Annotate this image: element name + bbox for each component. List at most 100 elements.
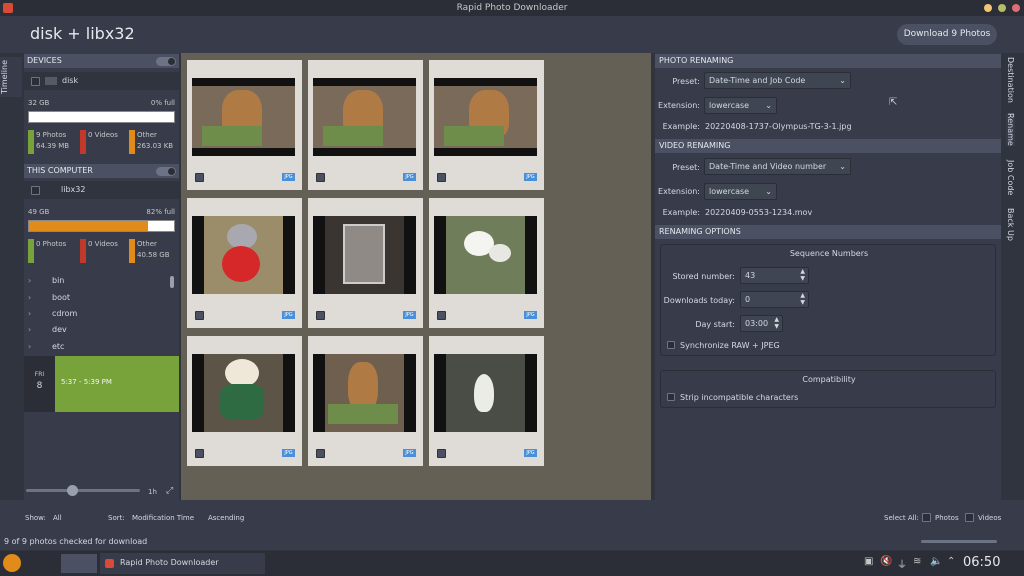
libx32-full: 82% full xyxy=(146,208,175,216)
photo-preset-select[interactable]: Date-Time and Job Code ⌄ xyxy=(704,72,851,89)
device-row-libx32[interactable]: libx32 xyxy=(24,181,179,199)
video-example-label: Example: xyxy=(662,208,700,217)
thumbnail-checkbox[interactable] xyxy=(195,449,204,458)
devices-header: DEVICES xyxy=(24,54,179,68)
window-title: Rapid Photo Downloader xyxy=(456,3,568,13)
chevron-right-icon[interactable]: › xyxy=(28,309,31,318)
thumbnail-card[interactable]: JPG xyxy=(308,198,423,328)
show-label: Show: xyxy=(25,514,46,522)
thumbnail-card[interactable]: JPG xyxy=(429,198,544,328)
sort-field[interactable]: Modification Time xyxy=(132,514,194,522)
tab-rename[interactable]: Rename xyxy=(1006,113,1015,146)
show-filter[interactable]: All xyxy=(53,514,62,522)
tree-item[interactable]: bin xyxy=(52,276,64,285)
tree-item[interactable]: boot xyxy=(52,293,70,302)
rename-panel: PHOTO RENAMING Preset: Date-Time and Job… xyxy=(655,53,1001,500)
sort-order[interactable]: Ascending xyxy=(208,514,244,522)
chevron-right-icon[interactable]: › xyxy=(28,342,31,351)
photo-preset-value: Date-Time and Job Code xyxy=(709,76,806,85)
storage-icon[interactable]: ▣ xyxy=(864,556,873,567)
wifi-icon[interactable]: ≋ xyxy=(913,556,921,567)
thumbnail-card[interactable]: JPG xyxy=(308,336,423,466)
video-preset-select[interactable]: Date-Time and Video number ⌄ xyxy=(704,158,851,175)
thumbnail-checkbox[interactable] xyxy=(316,311,325,320)
jpg-badge: JPG xyxy=(282,449,295,457)
tree-scrollbar[interactable] xyxy=(170,276,174,288)
spin-arrows-icon[interactable]: ▲ ▼ xyxy=(774,316,779,330)
tab-job-code[interactable]: Job Code xyxy=(1006,160,1015,195)
chevron-right-icon[interactable]: › xyxy=(28,293,31,302)
link-icon[interactable]: ⤢ xyxy=(166,486,173,496)
thumbnail-checkbox[interactable] xyxy=(316,173,325,182)
jpg-badge: JPG xyxy=(403,449,416,457)
chevron-down-icon: ⌄ xyxy=(765,101,772,110)
bottom-bar: Show: All Sort: Modification Time Ascend… xyxy=(0,500,1024,550)
stored-number-spinbox[interactable]: 43 ▲ ▼ xyxy=(740,267,809,284)
volume-icon[interactable]: 🔈 xyxy=(930,556,942,567)
tree-item[interactable]: etc xyxy=(52,342,64,351)
tab-destination[interactable]: Destination xyxy=(1006,57,1015,103)
libx32-usage-bar xyxy=(28,220,175,232)
thumbnail-checkbox[interactable] xyxy=(316,449,325,458)
strip-characters-checkbox[interactable] xyxy=(667,393,675,401)
timeline-zoom-slider[interactable] xyxy=(26,489,140,492)
tree-item[interactable]: dev xyxy=(52,325,67,334)
timeline-zoom-label: 1h xyxy=(148,488,157,496)
minimize-button[interactable] xyxy=(984,4,992,12)
desktop-pager[interactable] xyxy=(61,554,97,573)
thumbnail-card[interactable]: JPG xyxy=(187,336,302,466)
timeline-zoom-handle[interactable] xyxy=(67,485,78,496)
close-button[interactable] xyxy=(1012,4,1020,12)
libx32-other-label: Other xyxy=(137,240,157,248)
spin-arrows-icon[interactable]: ▲ ▼ xyxy=(800,292,805,306)
timeline-range[interactable]: 5:37 - 5:39 PM xyxy=(55,356,179,412)
sync-raw-jpeg-checkbox[interactable] xyxy=(667,341,675,349)
thumbnail-checkbox[interactable] xyxy=(437,173,446,182)
device-checkbox[interactable] xyxy=(31,77,40,86)
video-extension-select[interactable]: lowercase ⌄ xyxy=(704,183,777,200)
this-computer-header: THIS COMPUTER xyxy=(24,164,179,178)
thumbnail-card[interactable]: JPG xyxy=(429,60,544,190)
app-header: disk + libx32 Download 9 Photos xyxy=(0,16,1024,53)
downloads-today-spinbox[interactable]: 0 ▲ ▼ xyxy=(740,291,809,308)
tab-timeline[interactable]: Timeline xyxy=(0,57,22,97)
thumbnail-card[interactable]: JPG xyxy=(187,198,302,328)
device-row-disk[interactable]: disk xyxy=(24,72,179,90)
timeline-block[interactable]: FRI 8 5:37 - 5:39 PM xyxy=(24,356,179,412)
tree-item[interactable]: cdrom xyxy=(52,309,77,318)
chevron-up-icon[interactable]: ⌃ xyxy=(947,556,955,567)
thumbnail-card[interactable]: JPG xyxy=(308,60,423,190)
app-icon xyxy=(105,559,114,568)
taskbar-task-label: Rapid Photo Downloader xyxy=(120,558,219,567)
jpg-badge: JPG xyxy=(524,173,537,181)
thumbnail-checkbox[interactable] xyxy=(195,173,204,182)
device-full: 0% full xyxy=(150,99,175,107)
this-computer-toggle[interactable] xyxy=(156,167,176,176)
device-other-size: 263.03 KB xyxy=(137,142,174,150)
clock[interactable]: 06:50 xyxy=(963,555,1000,570)
start-menu-icon[interactable] xyxy=(3,554,21,572)
photo-extension-select[interactable]: lowercase ⌄ xyxy=(704,97,777,114)
day-start-spinbox[interactable]: 03:00 ▲ ▼ xyxy=(740,315,783,332)
spin-arrows-icon[interactable]: ▲ ▼ xyxy=(800,268,805,282)
thumbnail-card[interactable]: JPG xyxy=(187,60,302,190)
select-all-photos-checkbox[interactable] xyxy=(922,513,931,522)
photo-orchid xyxy=(434,216,537,294)
select-all-videos-checkbox[interactable] xyxy=(965,513,974,522)
tab-back-up[interactable]: Back Up xyxy=(1006,208,1015,241)
muted-speaker-icon[interactable]: 🔇 xyxy=(880,556,892,567)
libx32-checkbox[interactable] xyxy=(31,186,40,195)
devices-toggle[interactable] xyxy=(156,57,176,66)
thumbnail-card[interactable]: JPG xyxy=(429,336,544,466)
download-button[interactable]: Download 9 Photos xyxy=(897,24,997,45)
chevron-right-icon[interactable]: › xyxy=(28,276,31,285)
device-photos-label: 9 Photos xyxy=(36,131,67,139)
maximize-button[interactable] xyxy=(998,4,1006,12)
thumbnail-checkbox[interactable] xyxy=(195,311,204,320)
thumbnail-checkbox[interactable] xyxy=(437,449,446,458)
taskbar-task[interactable]: Rapid Photo Downloader xyxy=(100,553,265,574)
photos-swatch xyxy=(28,239,34,263)
chevron-right-icon[interactable]: › xyxy=(28,325,31,334)
usb-icon[interactable]: ⏚ xyxy=(897,556,907,571)
thumbnail-checkbox[interactable] xyxy=(437,311,446,320)
